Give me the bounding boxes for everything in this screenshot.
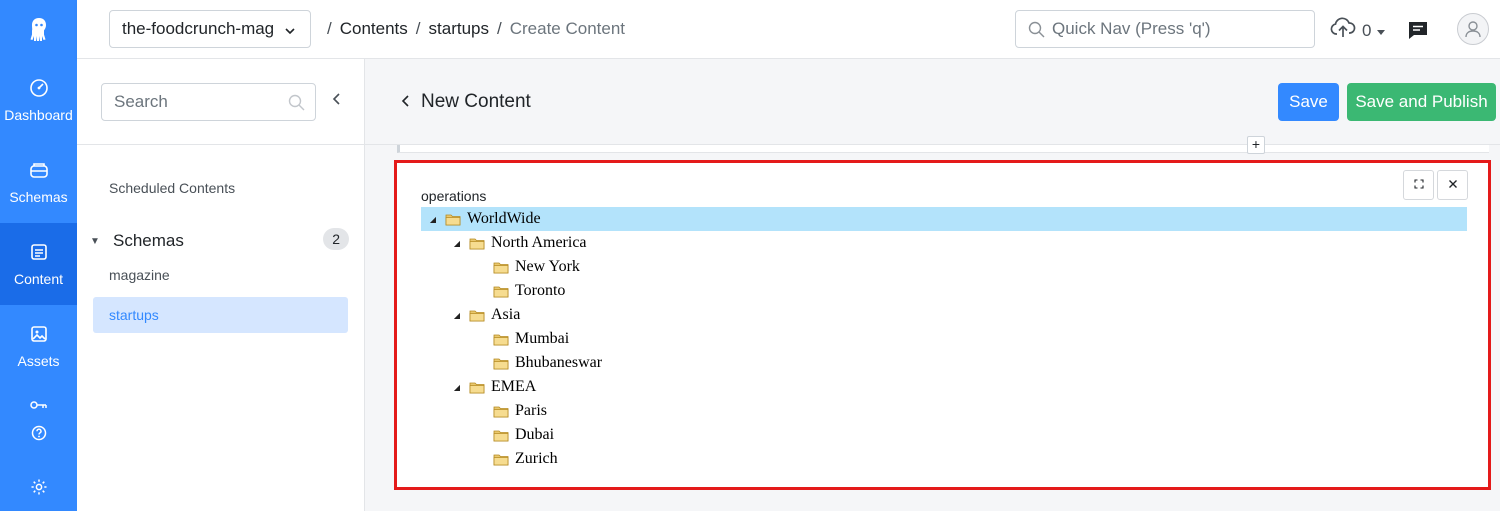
tree-node-label[interactable]: Dubai xyxy=(515,426,554,444)
schemas-group-toggle[interactable]: ▼ Schemas 2 xyxy=(87,228,349,251)
app-selector[interactable]: the-foodcrunch-mag xyxy=(109,10,311,48)
content-header: New Content Save Save and Publish xyxy=(365,59,1500,145)
expand-icon xyxy=(1413,176,1424,194)
cloud-upload-icon xyxy=(1330,17,1356,44)
tree-node[interactable]: Paris xyxy=(421,399,1467,423)
tree-node[interactable]: Zurich xyxy=(421,447,1467,471)
tree-node-label[interactable]: New York xyxy=(515,258,580,276)
avatar[interactable] xyxy=(1457,13,1489,45)
tree-node-label[interactable]: Toronto xyxy=(515,282,565,300)
folder-icon xyxy=(493,356,509,370)
tree-node-label[interactable]: Zurich xyxy=(515,450,558,468)
upload-count: 0 xyxy=(1362,20,1372,40)
save-and-publish-button[interactable]: Save and Publish xyxy=(1347,83,1496,121)
folder-icon xyxy=(493,260,509,274)
add-field-button[interactable]: + xyxy=(1247,136,1265,154)
content-icon xyxy=(28,241,50,263)
folder-icon xyxy=(469,380,485,394)
tree-expand-toggle-icon[interactable]: ◢ xyxy=(427,215,439,224)
tree-expand-toggle-icon[interactable]: ◢ xyxy=(451,311,463,320)
tree-node-label[interactable]: WorldWide xyxy=(467,210,541,228)
folder-icon xyxy=(493,404,509,418)
sidebar-search-input[interactable]: Search xyxy=(101,83,316,121)
upload-dropdown[interactable]: 0 xyxy=(1330,17,1386,44)
field-label: operations xyxy=(421,188,487,204)
tree-node[interactable]: ◢ WorldWide xyxy=(421,207,1467,231)
tree-node-label[interactable]: Paris xyxy=(515,402,547,420)
page-title: New Content xyxy=(421,91,531,112)
rail-item-content[interactable]: Content xyxy=(0,223,77,305)
sidebar-item-magazine[interactable]: magazine xyxy=(93,257,348,293)
tree-node[interactable]: Toronto xyxy=(421,279,1467,303)
tree-field-editor: operations ◢ WorldWide ◢ North America New Y… xyxy=(394,160,1491,490)
rail-item-schemas[interactable]: Schemas xyxy=(0,141,77,223)
tree-node[interactable]: ◢ North America xyxy=(421,231,1467,255)
breadcrumb: / Contents / startups / Create Content xyxy=(327,19,626,39)
scheduled-contents-link[interactable]: Scheduled Contents xyxy=(109,180,235,196)
folder-icon xyxy=(493,332,509,346)
top-bar: the-foodcrunch-mag / Contents / startups… xyxy=(77,0,1500,59)
tree-node[interactable]: ◢ Asia xyxy=(421,303,1467,327)
sidebar-item-startups[interactable]: startups xyxy=(93,297,348,333)
quick-nav-placeholder: Quick Nav (Press 'q') xyxy=(1052,19,1211,38)
save-button[interactable]: Save xyxy=(1278,83,1339,121)
search-icon xyxy=(1028,21,1045,43)
tree-node-label[interactable]: North America xyxy=(491,234,587,252)
rail-item-label: Schemas xyxy=(9,189,68,205)
tree-node-label[interactable]: Mumbai xyxy=(515,330,569,348)
tree-node-label[interactable]: Asia xyxy=(491,306,520,324)
tree-node-label[interactable]: Bhubaneswar xyxy=(515,354,602,372)
back-chevron-icon[interactable] xyxy=(401,94,411,113)
rail-item-assets[interactable]: Assets xyxy=(0,305,77,387)
assets-icon xyxy=(28,323,50,345)
schemas-count-badge: 2 xyxy=(323,228,349,250)
folder-icon xyxy=(469,308,485,322)
settings-gear-icon[interactable] xyxy=(0,478,77,496)
chat-icon[interactable] xyxy=(1407,20,1429,45)
previous-field-edge xyxy=(397,145,1489,153)
app-rail: Dashboard Schemas Content Assets xyxy=(0,0,77,511)
tree-node[interactable]: Bhubaneswar xyxy=(421,351,1467,375)
folder-icon xyxy=(445,212,461,226)
rail-item-label: Assets xyxy=(17,353,60,369)
folder-icon xyxy=(469,236,485,250)
main-content: New Content Save Save and Publish + oper… xyxy=(365,59,1500,511)
help-icon[interactable] xyxy=(0,425,77,441)
caret-down-icon: ▼ xyxy=(90,235,100,247)
squidex-logo-icon[interactable] xyxy=(0,0,77,59)
fullscreen-button[interactable] xyxy=(1403,170,1434,200)
chevron-down-icon xyxy=(284,22,296,42)
breadcrumb-contents[interactable]: Contents xyxy=(340,19,408,39)
content-sidebar: Search Scheduled Contents ▼ Schemas 2 ma… xyxy=(77,59,365,511)
schemas-group-label: Schemas xyxy=(113,231,184,250)
folder-icon xyxy=(493,284,509,298)
folder-icon xyxy=(493,452,509,466)
breadcrumb-startups[interactable]: startups xyxy=(429,19,489,39)
schemas-icon xyxy=(28,159,50,181)
operations-tree: ◢ WorldWide ◢ North America New York Toronto ◢… xyxy=(421,207,1467,471)
dashboard-icon xyxy=(28,77,50,99)
rail-item-label: Content xyxy=(13,271,64,287)
api-icon[interactable] xyxy=(0,399,77,411)
tree-node[interactable]: Mumbai xyxy=(421,327,1467,351)
close-icon xyxy=(1448,176,1458,194)
rail-item-dashboard[interactable]: Dashboard xyxy=(0,59,77,141)
tree-node[interactable]: Dubai xyxy=(421,423,1467,447)
folder-icon xyxy=(493,428,509,442)
tree-expand-toggle-icon[interactable]: ◢ xyxy=(451,383,463,392)
sidebar-search-placeholder: Search xyxy=(114,92,168,111)
tree-node[interactable]: ◢ EMEA xyxy=(421,375,1467,399)
tree-node[interactable]: New York xyxy=(421,255,1467,279)
close-button[interactable] xyxy=(1437,170,1468,200)
tree-node-label[interactable]: EMEA xyxy=(491,378,536,396)
breadcrumb-current: Create Content xyxy=(509,19,626,38)
collapse-sidebar-chevron-left-icon[interactable] xyxy=(332,92,342,111)
quick-nav-input[interactable]: Quick Nav (Press 'q') xyxy=(1015,10,1315,48)
caret-down-icon xyxy=(1377,21,1386,41)
app-name: the-foodcrunch-mag xyxy=(122,19,275,38)
rail-item-label: Dashboard xyxy=(4,107,73,123)
search-icon xyxy=(288,94,305,116)
tree-expand-toggle-icon[interactable]: ◢ xyxy=(451,239,463,248)
